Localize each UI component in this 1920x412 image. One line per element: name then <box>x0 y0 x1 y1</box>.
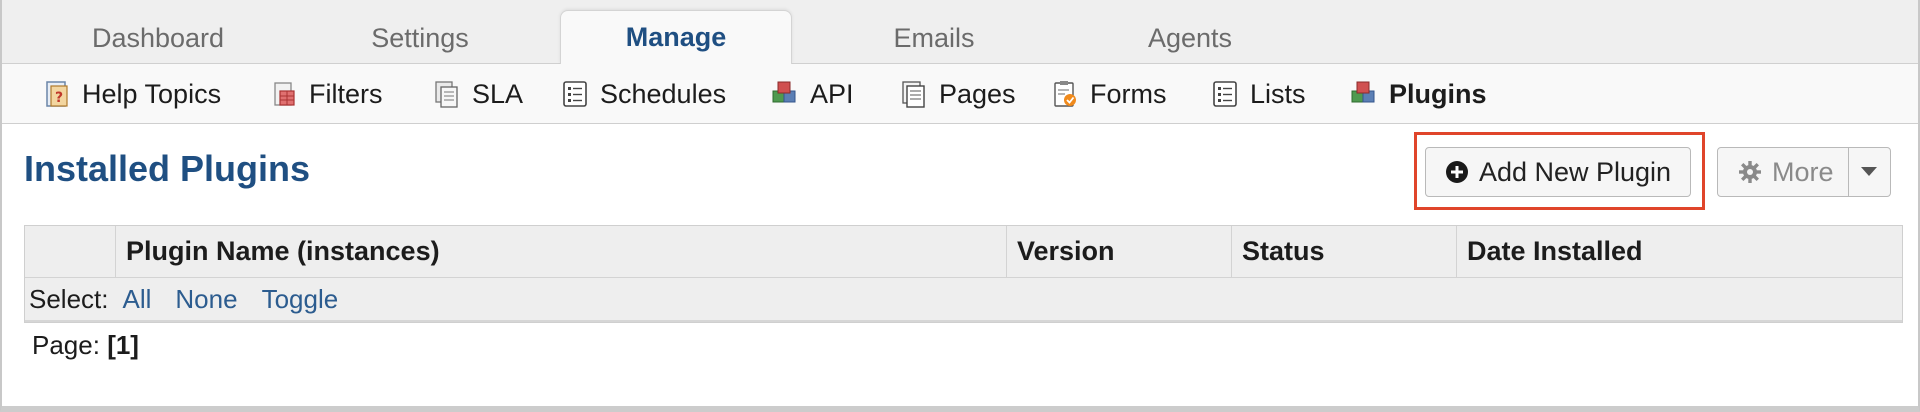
filters-icon <box>274 82 295 106</box>
sub-nav-label: Pages <box>939 78 1016 109</box>
caret-down-icon <box>1861 167 1878 176</box>
sub-nav-label: Filters <box>309 78 383 109</box>
sub-nav-label: Help Topics <box>82 78 222 109</box>
column-header-status[interactable]: Status <box>1232 226 1457 277</box>
tab-agents[interactable]: Agents <box>1084 12 1296 64</box>
select-toggle-link[interactable]: Toggle <box>262 284 339 315</box>
add-new-plugin-button[interactable]: Add New Plugin <box>1425 147 1691 197</box>
sub-nav-help-topics[interactable]: ? Help Topics <box>42 64 221 124</box>
add-new-plugin-label: Add New Plugin <box>1478 156 1672 187</box>
sla-icon <box>435 81 458 108</box>
select-none-link[interactable]: None <box>175 284 237 315</box>
forms-icon <box>1054 81 1076 107</box>
select-row: Select: All None Toggle <box>25 278 1902 322</box>
pager: Page: [1] <box>32 330 139 361</box>
sub-nav-label: SLA <box>472 78 524 109</box>
sub-nav-filters[interactable]: Filters <box>269 64 383 124</box>
pages-icon <box>902 81 925 108</box>
sub-nav-label: API <box>810 78 854 109</box>
more-dropdown-toggle[interactable] <box>1849 148 1890 196</box>
column-header-select <box>25 226 116 277</box>
more-button[interactable]: More <box>1717 147 1891 197</box>
sub-nav-label: Lists <box>1250 78 1306 109</box>
sub-nav-api[interactable]: API <box>770 64 854 124</box>
schedules-icon <box>563 81 587 107</box>
tab-dashboard[interactable]: Dashboard <box>52 12 264 64</box>
help-topics-icon: ? <box>46 81 68 107</box>
tab-emails[interactable]: Emails <box>828 12 1040 64</box>
sub-nav-plugins[interactable]: Plugins <box>1349 64 1487 124</box>
top-tab-bar: Dashboard Settings Manage Emails Agents <box>2 0 1918 64</box>
more-button-main[interactable]: More <box>1718 148 1849 196</box>
sub-nav-label: Forms <box>1090 78 1167 109</box>
sub-nav-label: Plugins <box>1389 78 1487 109</box>
column-header-version[interactable]: Version <box>1007 226 1232 277</box>
column-header-date-installed[interactable]: Date Installed <box>1457 226 1902 277</box>
gear-icon <box>1739 161 1761 183</box>
sub-nav-forms[interactable]: Forms <box>1050 64 1167 124</box>
sub-nav-pages[interactable]: Pages <box>899 64 1016 124</box>
lists-icon <box>1213 81 1237 107</box>
app-window: Dashboard Settings Manage Emails Agents … <box>0 0 1920 412</box>
page-title: Installed Plugins <box>24 148 311 189</box>
more-button-label: More <box>1772 156 1834 187</box>
api-icon <box>772 81 796 103</box>
svg-text:?: ? <box>55 90 63 106</box>
select-all-link[interactable]: All <box>123 284 152 315</box>
sub-nav-bar: ? Help Topics Filters SLA Schedules API … <box>2 64 1918 124</box>
table-header-row: Plugin Name (instances) Version Status D… <box>25 226 1902 278</box>
tab-manage[interactable]: Manage <box>560 10 792 64</box>
select-label: Select: <box>29 283 109 314</box>
sub-nav-label: Schedules <box>600 78 727 109</box>
column-header-plugin-name[interactable]: Plugin Name (instances) <box>116 226 1007 277</box>
sub-nav-sla[interactable]: SLA <box>432 64 523 124</box>
sub-nav-lists[interactable]: Lists <box>1210 64 1306 124</box>
plus-circle-icon <box>1445 161 1468 183</box>
pager-current-page[interactable]: [1] <box>107 330 139 360</box>
tab-settings[interactable]: Settings <box>314 12 526 64</box>
sub-nav-schedules[interactable]: Schedules <box>560 64 726 124</box>
plugins-icon <box>1351 81 1375 103</box>
pager-label: Page: <box>32 330 100 360</box>
plugins-table: Plugin Name (instances) Version Status D… <box>24 225 1903 323</box>
